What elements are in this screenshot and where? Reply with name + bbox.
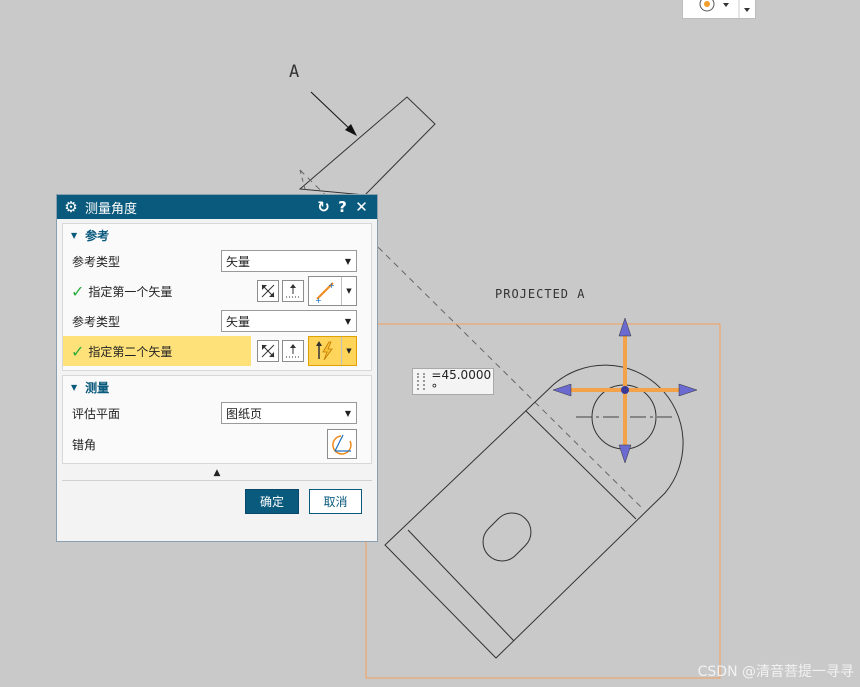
reference-type-value-2: 矢量 bbox=[226, 314, 251, 329]
chevron-down-icon: ▼ bbox=[344, 408, 351, 418]
eval-plane-value: 图纸页 bbox=[226, 406, 263, 421]
chevron-down-icon: ▼ bbox=[344, 316, 351, 326]
part-section-line bbox=[525, 410, 637, 520]
chevron-down-icon[interactable] bbox=[744, 8, 750, 12]
second-vector-row[interactable]: ✓ 指定第二个矢量 ▼ bbox=[63, 336, 371, 366]
reference-type-select-2[interactable]: 矢量 ▼ bbox=[221, 310, 357, 332]
dropdown-arrow-icon[interactable]: ▼ bbox=[342, 277, 356, 305]
reverse-direction-button-2[interactable] bbox=[282, 340, 304, 362]
reference-section-title: 参考 bbox=[85, 228, 110, 243]
lightning-vector-icon bbox=[316, 341, 333, 361]
part-outline[interactable] bbox=[384, 364, 684, 659]
reference-type-label: 参考类型 bbox=[72, 254, 121, 269]
first-vector-label: 指定第一个矢量 bbox=[88, 284, 173, 299]
collapse-arrow-icon[interactable]: ▲ bbox=[57, 466, 377, 480]
measure-section: ▼ 测量 评估平面 图纸页 ▼ 错角 bbox=[62, 375, 372, 464]
reverse-direction-icon bbox=[286, 344, 300, 358]
ok-button[interactable]: 确定 bbox=[245, 488, 299, 514]
help-icon[interactable]: ? bbox=[333, 198, 352, 216]
eval-plane-select[interactable]: 图纸页 ▼ bbox=[221, 402, 357, 424]
dropdown-arrow-icon[interactable] bbox=[723, 3, 729, 7]
reference-type-row-1: 参考类型 矢量 ▼ bbox=[63, 246, 371, 276]
eval-plane-row: 评估平面 图纸页 ▼ bbox=[63, 398, 371, 428]
svg-text:+: + bbox=[315, 296, 322, 303]
reset-icon[interactable]: ↻ bbox=[314, 198, 333, 216]
angle-readout[interactable]: =45.0000 ° bbox=[412, 367, 494, 396]
reference-type-row-2: 参考类型 矢量 ▼ bbox=[63, 306, 371, 336]
projected-view-label: PROJECTED A bbox=[495, 287, 586, 301]
snap-toolbar[interactable] bbox=[682, 0, 756, 19]
dropdown-arrow-icon[interactable]: ▼ bbox=[342, 337, 356, 365]
svg-text:+: + bbox=[328, 281, 335, 290]
inferred-vector-button[interactable] bbox=[257, 280, 279, 302]
inferred-vector-button-2[interactable] bbox=[257, 340, 279, 362]
measure-angle-dialog[interactable]: ⚙ 测量角度 ↻ ? ✕ ▼ 参考 参考类型 矢量 ▼ ✓ 指定第一个矢量 + … bbox=[56, 194, 378, 542]
reverse-direction-button[interactable] bbox=[282, 280, 304, 302]
first-vector-row[interactable]: ✓ 指定第一个矢量 + + ▼ bbox=[63, 276, 371, 306]
reference-section-header[interactable]: ▼ 参考 bbox=[63, 224, 371, 246]
dialog-title: 测量角度 bbox=[85, 201, 138, 217]
section-view-label: A bbox=[289, 62, 300, 82]
bevel-label: 错角 bbox=[72, 437, 97, 452]
watermark: CSDN @清音菩提一寻寻 bbox=[697, 664, 854, 680]
part-end-line bbox=[407, 529, 515, 642]
reference-section: ▼ 参考 参考类型 矢量 ▼ ✓ 指定第一个矢量 + + ▼ 参考类型 矢量 ▼… bbox=[62, 223, 372, 371]
check-icon: ✓ bbox=[71, 281, 85, 301]
vector-type-selector-2[interactable]: ▼ bbox=[308, 336, 357, 366]
slot[interactable] bbox=[475, 505, 539, 569]
measure-section-title: 测量 bbox=[85, 380, 110, 395]
chevron-down-icon: ▼ bbox=[344, 256, 351, 266]
bevel-angle-button[interactable] bbox=[327, 429, 357, 459]
angle-measure-icon bbox=[332, 434, 352, 455]
dialog-titlebar[interactable]: ⚙ 测量角度 ↻ ? ✕ bbox=[57, 195, 377, 219]
section-arrow-line bbox=[310, 91, 354, 133]
reference-type-select-1[interactable]: 矢量 ▼ bbox=[221, 250, 357, 272]
collapse-triangle-icon[interactable]: ▼ bbox=[71, 383, 77, 392]
diagonal-arrows-icon bbox=[261, 284, 275, 298]
bevel-row: 错角 bbox=[63, 428, 371, 460]
vector-type-selector-1[interactable]: + + ▼ bbox=[308, 276, 357, 306]
reverse-direction-icon bbox=[286, 284, 300, 298]
reference-type-label-2: 参考类型 bbox=[72, 314, 121, 329]
vector-line-icon: ++ bbox=[315, 281, 335, 303]
dialog-footer: 确定 取消 bbox=[62, 480, 372, 521]
second-vector-label: 指定第二个矢量 bbox=[88, 344, 173, 359]
edge-view-part[interactable] bbox=[298, 96, 436, 196]
close-icon[interactable]: ✕ bbox=[352, 198, 371, 216]
gear-icon[interactable]: ⚙ bbox=[60, 198, 82, 216]
drag-handle-icon[interactable] bbox=[417, 373, 426, 390]
diagonal-arrows-icon bbox=[261, 344, 275, 358]
eval-plane-label: 评估平面 bbox=[72, 406, 121, 421]
cancel-button[interactable]: 取消 bbox=[309, 488, 362, 514]
check-icon: ✓ bbox=[71, 341, 85, 361]
measure-section-header[interactable]: ▼ 测量 bbox=[63, 376, 371, 398]
angle-value: =45.0000 ° bbox=[431, 367, 492, 396]
reference-type-value: 矢量 bbox=[226, 254, 251, 269]
collapse-triangle-icon[interactable]: ▼ bbox=[71, 231, 77, 240]
